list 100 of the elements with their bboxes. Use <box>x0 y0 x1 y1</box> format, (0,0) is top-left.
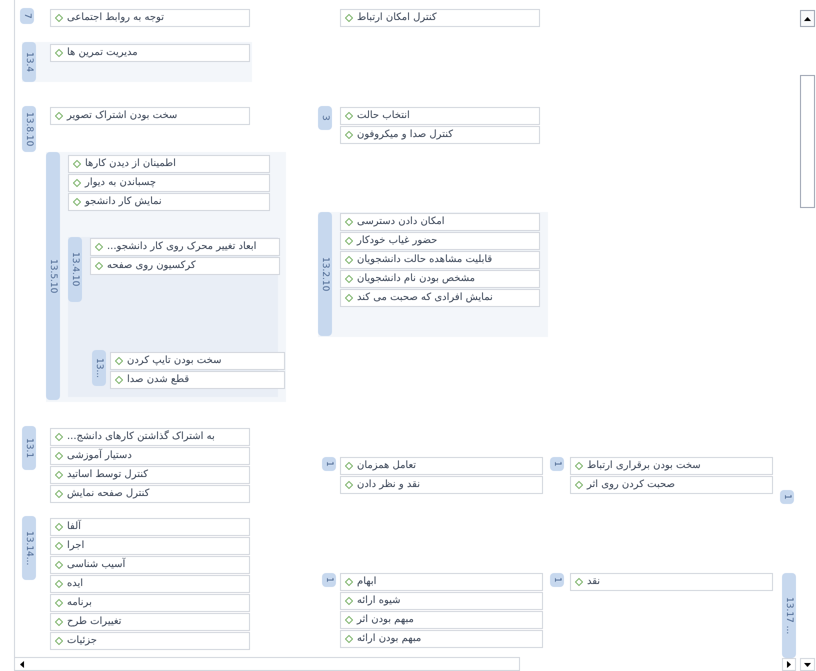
code-label: کرکسیون روی صفحه <box>107 261 196 271</box>
code-item[interactable]: نقد و نظر دادن <box>340 476 543 494</box>
code-label: تغییرات طرح <box>67 617 122 627</box>
code-item[interactable]: نقد <box>570 573 773 591</box>
group-label[interactable]: 13.14... <box>22 516 36 580</box>
code-item[interactable]: نمایش کار دانشجو <box>68 193 270 211</box>
group-label[interactable]: 13.4 <box>22 42 36 82</box>
group-label[interactable]: 1 <box>780 490 794 504</box>
down-arrow-icon <box>804 662 811 666</box>
group-label[interactable]: 13.5.10 <box>46 152 60 400</box>
diamond-icon <box>95 262 103 270</box>
diamond-icon <box>73 198 81 206</box>
group-label[interactable]: 1 <box>550 573 564 587</box>
group-label[interactable]: 13.1 <box>22 426 36 470</box>
code-item[interactable]: سخت بودن اشتراک تصویر <box>50 107 250 125</box>
code-label: حضور غیاب خودکار <box>357 236 438 246</box>
code-item[interactable]: صحبت کردن روی اثر <box>570 476 773 494</box>
scroll-right-button[interactable] <box>782 658 796 671</box>
group-label[interactable]: 1 <box>322 457 336 471</box>
diamond-icon <box>345 14 353 22</box>
code-label: کنترل توسط اساتید <box>67 470 148 480</box>
code-label: اطمینان از دیدن کارها <box>85 159 176 169</box>
right-arrow-icon <box>787 661 791 668</box>
group-label[interactable]: 7 <box>20 8 34 24</box>
diamond-icon <box>345 131 353 139</box>
group-label[interactable]: 13... <box>92 350 106 386</box>
code-item[interactable]: دستیار آموزشی <box>50 447 250 465</box>
code-label: مشخص بودن نام دانشجویان <box>357 274 476 284</box>
code-item[interactable]: کنترل امکان ارتباط <box>340 9 540 27</box>
code-item[interactable]: اجرا <box>50 537 250 555</box>
code-item[interactable]: به اشتراک گذاشتن کارهای دانشج... <box>50 428 250 446</box>
code-label: تعامل همزمان <box>357 461 416 471</box>
code-item[interactable]: مشخص بودن نام دانشجویان <box>340 270 540 288</box>
left-arrow-icon <box>20 660 24 668</box>
code-item[interactable]: تعامل همزمان <box>340 457 543 475</box>
code-item[interactable]: آسیب شناسی <box>50 556 250 574</box>
code-label: صحبت کردن روی اثر <box>587 480 675 490</box>
code-label: نقد <box>587 577 600 587</box>
code-item[interactable]: شیوه ارائه <box>340 592 543 610</box>
scroll-thumb[interactable] <box>800 75 815 208</box>
diamond-icon <box>345 218 353 226</box>
code-item[interactable]: برنامه <box>50 594 250 612</box>
code-item[interactable]: سخت بودن برقراری ارتباط <box>570 457 773 475</box>
code-item[interactable]: ابعاد تغییر محرک روی کار دانشجو... <box>90 238 280 256</box>
diamond-icon <box>115 376 123 384</box>
code-label: قابلیت مشاهده حالت دانشجویان <box>357 255 492 265</box>
code-label: ابعاد تغییر محرک روی کار دانشجو... <box>107 242 256 252</box>
code-item[interactable]: مبهم بودن ارائه <box>340 630 543 648</box>
code-item[interactable]: کنترل توسط اساتید <box>50 466 250 484</box>
group-label[interactable]: 1 <box>322 573 336 587</box>
code-item[interactable]: مبهم بودن اثر <box>340 611 543 629</box>
code-item[interactable]: قطع شدن صدا <box>110 371 285 389</box>
diamond-icon <box>345 275 353 283</box>
code-item[interactable]: کنترل صفحه نمایش <box>50 485 250 503</box>
diamond-icon <box>345 237 353 245</box>
code-item[interactable]: تغییرات طرح <box>50 613 250 631</box>
scroll-up-button[interactable] <box>800 10 815 27</box>
code-label: توجه به روابط اجتماعی <box>67 13 164 23</box>
code-label: کنترل صدا و میکروفون <box>357 130 453 140</box>
diamond-icon <box>575 462 583 470</box>
diamond-icon <box>55 561 63 569</box>
code-item[interactable]: حضور غیاب خودکار <box>340 232 540 250</box>
diamond-icon <box>345 462 353 470</box>
code-item[interactable]: اطمینان از دیدن کارها <box>68 155 270 173</box>
scroll-down-button[interactable] <box>800 658 815 671</box>
diamond-icon <box>55 433 63 441</box>
group-label[interactable]: 13.17 ... <box>782 573 796 658</box>
code-label: نمایش افرادی که صحبت می کند <box>357 293 493 303</box>
code-item[interactable]: کرکسیون روی صفحه <box>90 257 280 275</box>
code-item[interactable]: نمایش افرادی که صحبت می کند <box>340 289 540 307</box>
diamond-icon <box>345 635 353 643</box>
code-item[interactable]: چسباندن به دیوار <box>68 174 270 192</box>
code-label: آلفا <box>67 522 81 532</box>
code-item[interactable]: انتخاب حالت <box>340 107 540 125</box>
diamond-icon <box>345 578 353 586</box>
group-label[interactable]: 13.2.10 <box>318 212 332 336</box>
group-label[interactable]: 13.8.10 <box>22 106 36 152</box>
code-item[interactable]: قابلیت مشاهده حالت دانشجویان <box>340 251 540 269</box>
code-item[interactable]: سخت بودن تایپ کردن <box>110 352 285 370</box>
group-label[interactable]: 1 <box>550 457 564 471</box>
diamond-icon <box>55 637 63 645</box>
diamond-icon <box>95 243 103 251</box>
diamond-icon <box>55 542 63 550</box>
diamond-icon <box>575 578 583 586</box>
code-item[interactable]: توجه به روابط اجتماعی <box>50 9 250 27</box>
code-item[interactable]: ایده <box>50 575 250 593</box>
code-item[interactable]: جزئیات <box>50 632 250 650</box>
code-item[interactable]: مدیریت تمرین ها <box>50 44 250 62</box>
code-label: شیوه ارائه <box>357 596 401 606</box>
code-label: کنترل امکان ارتباط <box>357 13 437 23</box>
code-item[interactable]: ابهام <box>340 573 543 591</box>
diamond-icon <box>345 294 353 302</box>
code-item[interactable]: امکان دادن دسترسی <box>340 213 540 231</box>
diamond-icon <box>55 618 63 626</box>
code-item[interactable]: آلفا <box>50 518 250 536</box>
group-label[interactable]: 3 <box>318 106 332 130</box>
group-label[interactable]: 13.4.10 <box>68 237 82 302</box>
code-item[interactable]: کنترل صدا و میکروفون <box>340 126 540 144</box>
code-label: ایده <box>67 579 84 589</box>
diamond-icon <box>345 616 353 624</box>
